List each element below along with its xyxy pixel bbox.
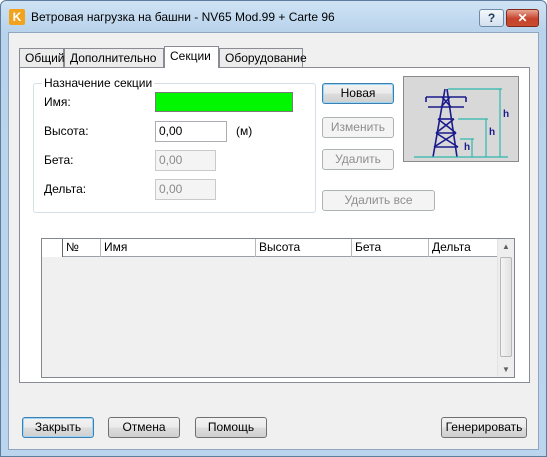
scrollbar-thumb[interactable] [500, 257, 512, 357]
height-unit-label: (м) [236, 124, 253, 138]
sections-tab-page: Назначение секции Имя: Высота: 0,00 (м) … [19, 67, 530, 383]
section-definition-group: Назначение секции Имя: Высота: 0,00 (м) … [33, 76, 316, 213]
delete-all-sections-button[interactable]: Удалить все [322, 190, 435, 211]
column-header-delta[interactable]: Дельта [429, 239, 501, 257]
help-button[interactable]: Помощь [195, 417, 267, 438]
tower-preview: h h h [403, 76, 519, 162]
window-title: Ветровая нагрузка на башни - NV65 Mod.99… [31, 10, 335, 24]
modify-section-button[interactable]: Изменить [322, 117, 394, 138]
tower-diagram-icon: h h h [414, 88, 509, 158]
height-symbol-outer: h [503, 109, 509, 120]
section-group-legend: Назначение секции [42, 76, 155, 90]
sections-table: № Имя Высота Бета Дельта ▲ ▼ [41, 238, 515, 378]
column-header-beta[interactable]: Бета [352, 239, 429, 257]
app-logo-icon: K [9, 9, 25, 25]
title-bar[interactable]: K Ветровая нагрузка на башни - NV65 Mod.… [1, 1, 546, 31]
row-selector-header[interactable] [42, 239, 63, 257]
scroll-down-icon[interactable]: ▼ [502, 365, 510, 374]
close-button[interactable]: Закрыть [22, 417, 94, 438]
name-label: Имя: [44, 95, 71, 109]
height-symbol-inner: h [464, 142, 470, 153]
delta-label: Дельта: [44, 182, 87, 196]
tab-general[interactable]: Общий [19, 48, 65, 67]
close-window-button[interactable]: ✕ [506, 9, 539, 27]
delete-section-button[interactable]: Удалить [322, 149, 394, 170]
scroll-up-icon[interactable]: ▲ [502, 242, 510, 251]
tab-sections[interactable]: Секции [164, 46, 219, 68]
column-header-name[interactable]: Имя [101, 239, 256, 257]
table-vertical-scrollbar[interactable]: ▲ ▼ [497, 239, 514, 377]
delta-input[interactable]: 0,00 [155, 179, 216, 200]
tab-additional[interactable]: Дополнительно [64, 48, 164, 67]
generate-button[interactable]: Генерировать [441, 417, 527, 438]
dialog-body: Общий Дополнительно Секции Оборудование … [8, 32, 539, 450]
new-section-button[interactable]: Новая [322, 83, 394, 104]
tab-equipment[interactable]: Оборудование [219, 48, 307, 67]
name-input[interactable] [155, 92, 293, 112]
table-header: № Имя Высота Бета Дельта [42, 239, 501, 257]
height-input[interactable]: 0,00 [155, 121, 227, 142]
help-title-button[interactable]: ? [479, 9, 504, 27]
dialog-window: K Ветровая нагрузка на башни - NV65 Mod.… [0, 0, 547, 457]
beta-label: Бета: [44, 153, 74, 167]
column-header-height[interactable]: Высота [256, 239, 352, 257]
beta-input[interactable]: 0,00 [155, 150, 216, 171]
height-label: Высота: [44, 124, 89, 138]
column-header-number[interactable]: № [63, 239, 101, 257]
cancel-button[interactable]: Отмена [108, 417, 180, 438]
height-symbol-middle: h [489, 127, 495, 138]
